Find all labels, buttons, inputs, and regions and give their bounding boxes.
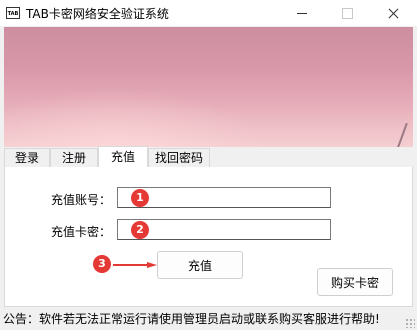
notice-text: 公告：软件若无法正常运行请使用管理员启动或联系购买客服进行帮助!: [3, 312, 380, 326]
buy-card-button[interactable]: 购买卡密: [317, 268, 393, 296]
arrow-icon: [113, 262, 157, 268]
step-badge-1: 1: [131, 189, 149, 207]
banner-glow: [4, 87, 264, 147]
app-icon: TAB: [6, 7, 20, 19]
close-button[interactable]: [370, 0, 416, 26]
recharge-panel: 充值账号： 1 充值卡密： 2 3 充值 购买卡密: [4, 167, 413, 307]
recharge-button[interactable]: 充值: [157, 251, 243, 279]
title-bar[interactable]: TAB TAB卡密网络安全验证系统: [0, 0, 417, 26]
tab-recharge[interactable]: 充值: [98, 146, 148, 168]
step-badge-2: 2: [131, 221, 149, 239]
banner-pole: [392, 122, 408, 147]
maximize-icon: [341, 7, 353, 19]
tab-register[interactable]: 注册: [50, 148, 98, 167]
step-badge-3: 3: [93, 255, 111, 273]
tab-bar: 登录 注册 充值 找回密码: [4, 146, 413, 168]
card-input[interactable]: [117, 219, 331, 240]
card-label: 充值卡密：: [51, 225, 112, 239]
tab-login[interactable]: 登录: [4, 148, 50, 167]
account-label: 充值账号：: [51, 193, 112, 207]
account-input[interactable]: [117, 187, 331, 208]
tab-recover-password[interactable]: 找回密码: [148, 148, 210, 167]
minimize-button[interactable]: [279, 0, 325, 26]
window-title: TAB卡密网络安全验证系统: [26, 7, 169, 21]
close-icon: [388, 8, 399, 19]
resize-grip-icon[interactable]: [405, 318, 415, 328]
maximize-button: [324, 0, 370, 26]
status-bar: 公告：软件若无法正常运行请使用管理员启动或联系购买客服进行帮助!: [0, 308, 417, 330]
app-window: TAB TAB卡密网络安全验证系统 登录 注册 充值 找回密码 充值账号： 1 …: [0, 0, 417, 330]
minimize-icon: [297, 12, 307, 14]
banner-image: [4, 27, 413, 147]
